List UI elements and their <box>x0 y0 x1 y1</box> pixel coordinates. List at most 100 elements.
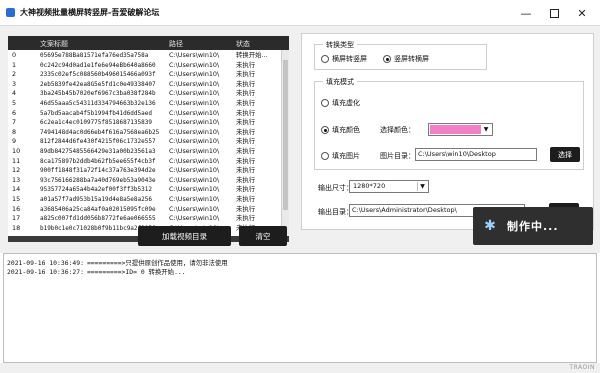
column-header-path[interactable]: 路径 <box>169 39 183 49</box>
row-state: 未执行 <box>236 99 256 107</box>
row-path: C:\Users\win10\ <box>169 99 220 107</box>
row-state: 未执行 <box>236 156 256 165</box>
row-state: 未执行 <box>236 108 256 117</box>
radio-v2h[interactable]: 竖屏转横屏 <box>383 54 429 64</box>
row-state: 未执行 <box>236 137 256 146</box>
table-row[interactable]: 17 a825c007fd1dd056b8772fe6ae066555 C:\Use… <box>8 214 281 224</box>
row-index: 2 <box>12 70 17 79</box>
row-title: 46d55aaa5c54311d334794663b32e136 <box>40 100 156 107</box>
row-path: C:\Users\win10\ <box>169 175 220 184</box>
table-row[interactable]: 12 900ff1848f31a72f14c37a763e394d2e C:\Use… <box>8 166 281 176</box>
bottom-bar: TRAOIN <box>0 363 600 373</box>
row-title: 05695e788Ba81571efa76ed35a758a <box>40 52 149 59</box>
table-row[interactable]: 5 46d55aaa5c54311d334794663b32e136 C:\User… <box>8 99 281 109</box>
output-size-value: 1280*720 <box>353 182 386 190</box>
fill-mode-group: 填充模式 填充虚化 填充颜色 选择颜色： ▼ 填充图片 图片目录： C:\Use… <box>314 77 584 170</box>
table-row[interactable]: 0 05695e788Ba81571efa76ed35a758a C:\Users\… <box>8 51 281 61</box>
table-row[interactable]: 6 5a7bd5aacab4f5b1994fb41d6dd5aed C:\Users… <box>8 109 281 119</box>
table-row[interactable]: 8 7494148d4ac0d66eb4f616a7568ea6b25 C:\Use… <box>8 128 281 138</box>
row-path: C:\Users\win10\ <box>169 147 220 155</box>
minimize-button[interactable]: — <box>516 4 536 22</box>
row-index: 9 <box>12 137 17 146</box>
table-row[interactable]: 4 3ba245b45b7020ef6967c3ba038f284b C:\User… <box>8 89 281 99</box>
output-size-label: 输出尺寸： <box>318 184 353 192</box>
scroll-thumb[interactable] <box>283 60 288 210</box>
row-index: 13 <box>12 175 21 184</box>
row-index: 8 <box>12 127 17 136</box>
radio-h2v[interactable]: 横屏转竖屏 <box>321 54 367 64</box>
row-state: 未执行 <box>236 70 256 79</box>
row-title: 900ff1848f31a72f14c37a763e394d2e <box>40 167 156 175</box>
close-button[interactable]: ✕ <box>572 4 592 22</box>
image-dir-label: 图片目录： <box>380 152 415 160</box>
main-area: 文案标题 路径 状态 0 05695e788Ba81571efa76ed35a75… <box>0 26 600 253</box>
row-path: C:\Users\win10\ <box>169 60 220 69</box>
row-index: 10 <box>12 147 21 155</box>
table-row[interactable]: 15 a01a57f7ad953b15a19d4e8a5e8a256 C:\User… <box>8 195 281 205</box>
row-title: 95357724a65a4b4a2ef00f3ff3b5312 <box>40 186 152 194</box>
row-index: 18 <box>12 223 21 232</box>
row-state: 未执行 <box>236 79 256 88</box>
vertical-scrollbar[interactable] <box>281 50 289 236</box>
radio-fill-color[interactable]: 填充颜色 <box>321 125 360 135</box>
output-dir-label: 输出目录： <box>318 208 353 216</box>
log-time: 2021-09-16 10:36:27: <box>7 268 84 276</box>
row-path: C:\Users\win10\ <box>169 166 220 175</box>
spinner-icon: ✱ <box>484 218 496 234</box>
row-state: 未执行 <box>236 175 256 184</box>
row-index: 4 <box>12 89 17 98</box>
table-row[interactable]: 3 2eb5839fe42ea8G5e5fd1c0e49338407 C:\User… <box>8 80 281 90</box>
watermark: TRAOIN <box>569 364 595 371</box>
column-header-state[interactable]: 状态 <box>236 39 250 49</box>
table-header: 文案标题 路径 状态 <box>8 36 289 50</box>
row-path: C:\Users\win10\ <box>169 185 220 194</box>
row-index: 6 <box>12 108 17 117</box>
table-row[interactable]: 14 95357724a65a4b4a2ef00f3ff3b5312 C:\User… <box>8 185 281 195</box>
row-state: 未执行 <box>236 204 256 213</box>
column-header-title[interactable]: 文案标题 <box>40 39 68 49</box>
table-row[interactable]: 11 8ca175897b2ddb4b62fb5ee655f4cb3f C:\Use… <box>8 157 281 167</box>
chevron-down-icon: ▼ <box>483 126 489 133</box>
maximize-button[interactable] <box>544 4 564 22</box>
row-path: C:\Users\win10\ <box>169 195 220 203</box>
table-row[interactable]: 2 2335c02ef5c088560b496015466a093f C:\User… <box>8 70 281 80</box>
clear-button[interactable]: 清空 <box>239 226 287 246</box>
radio-fill-blur[interactable]: 填充虚化 <box>321 98 360 108</box>
row-index: 1 <box>12 60 17 69</box>
radio-v2h-indicator <box>383 55 391 63</box>
chevron-down-icon: ▼ <box>417 182 427 191</box>
row-title: 2eb5839fe42ea8G5e5fd1c0e49338407 <box>40 80 156 88</box>
row-state: 未执行 <box>236 147 256 155</box>
maximize-icon <box>549 8 559 18</box>
table-row[interactable]: 13 93c756166288ba7a40d769eb53a9043e C:\Use… <box>8 176 281 186</box>
row-title: 93c756166288ba7a40d769eb53a9043e <box>40 176 156 184</box>
row-title: a3685406a25ca84af0a02015095fc09e <box>40 205 156 213</box>
color-dropdown[interactable]: ▼ <box>428 123 493 136</box>
load-video-dir-button[interactable]: 加载视频目录 <box>138 226 231 246</box>
table-row[interactable]: 7 6c2ea1c4ec0109775f8518687135839 C:\Users… <box>8 118 281 128</box>
status-indicator: ✱ 制作中... <box>473 207 593 245</box>
table-row[interactable]: 10 89db84275485566429e31a00b23561a3 C:\Use… <box>8 147 281 157</box>
row-title: 7494148d4ac0d66eb4f616a7568ea6b25 <box>40 128 160 136</box>
settings-panel: 转换类型 横屏转竖屏 竖屏转横屏 填充模式 填充虚化 填充颜色 选择颜色： ▼ … <box>301 33 594 230</box>
row-title: 89db84275485566429e31a00b23561a3 <box>40 148 156 155</box>
table-row[interactable]: 9 812f2844d6fe430f4215f06c1732e557 C:\User… <box>8 137 281 147</box>
radio-fill-image[interactable]: 填充图片 <box>321 151 360 161</box>
row-index: 17 <box>12 214 21 223</box>
image-dir-select-button[interactable]: 选择 <box>550 147 580 162</box>
radio-fill-image-indicator <box>321 152 329 160</box>
log-panel[interactable]: 2021-09-16 10:36:49: =========>只提供原创作品使用，… <box>3 253 597 363</box>
row-state: 未执行 <box>236 185 256 194</box>
row-title: a01a57f7ad953b15a19d4e8a5e8a256 <box>40 196 152 203</box>
row-title: 0c242c94d0ad1e1fe6e94eBb640a8660 <box>40 61 156 69</box>
table-row[interactable]: 1 0c242c94d0ad1e1fe6e94eBb640a8660 C:\User… <box>8 61 281 71</box>
output-size-dropdown[interactable]: 1280*720 ▼ <box>349 180 429 193</box>
row-index: 7 <box>12 118 17 127</box>
row-index: 14 <box>12 185 21 194</box>
table-row[interactable]: 16 a3685406a25ca84af0a02015095fc09e C:\Use… <box>8 205 281 215</box>
row-index: 5 <box>12 99 17 107</box>
convert-type-title: 转换类型 <box>323 40 357 50</box>
log-message: =========>只提供原创作品使用，请勿非法使用 <box>86 259 228 267</box>
log-message: =========>ID= 0 转换开始... <box>86 268 186 276</box>
image-dir-field[interactable]: C:\Users\win10\Desktop <box>415 148 537 161</box>
